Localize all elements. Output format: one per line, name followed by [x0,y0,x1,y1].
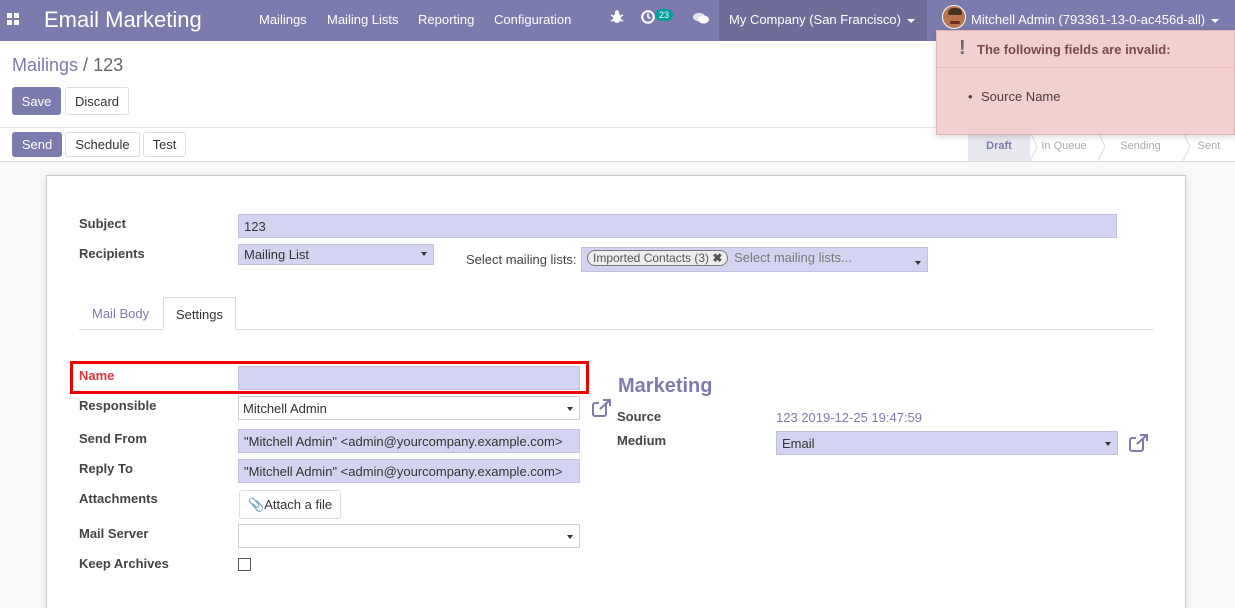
reply-to-label: Reply To [79,461,133,476]
breadcrumb-parent-link[interactable]: Mailings [12,55,78,75]
mailing-lists-input[interactable]: Imported Contacts (3) ✖ Select mailing l… [581,247,928,272]
chevron-down-icon [421,252,427,256]
form-tabs: Mail Body Settings [79,297,1154,330]
tab-settings[interactable]: Settings [163,297,236,330]
chevron-down-icon [567,407,573,411]
stage-draft[interactable]: Draft [968,132,1030,161]
send-from-label: Send From [79,431,147,446]
save-button[interactable]: Save [12,87,61,115]
chevron-down-icon [567,535,573,539]
attach-file-label: Attach a file [264,497,333,512]
messaging-chat-icon[interactable] [693,12,709,28]
recipients-value: Mailing List [244,247,310,262]
user-name: Mitchell Admin (793361-13-0-ac456d-all) [971,12,1206,27]
medium-value: Email [782,436,815,451]
mail-server-label: Mail Server [79,526,149,541]
invalid-field-item: Source Name [968,89,1061,104]
menu-mailings[interactable]: Mailings [259,12,307,27]
app-brand: Email Marketing [44,7,202,32]
breadcrumb: Mailings / 123 [12,55,123,76]
invalid-field-highlight [70,361,589,394]
subject-label: Subject [79,216,126,231]
chevron-down-icon [1105,442,1111,446]
responsible-label: Responsible [79,398,157,413]
source-label: Source [617,409,662,424]
medium-label: Medium [617,433,667,448]
activity-clock-icon[interactable] [641,10,655,27]
mailing-lists-placeholder: Select mailing lists... [734,250,852,265]
chevron-down-icon [1211,18,1220,23]
marketing-section-title: Marketing [618,375,713,397]
debug-bug-icon[interactable] [610,9,624,28]
apps-menu-icon[interactable] [7,13,19,25]
reply-to-input[interactable]: "Mitchell Admin" <admin@yourcompany.exam… [238,459,580,483]
paperclip-icon: 📎 [248,497,265,512]
chevron-down-icon [915,261,921,265]
stage-in-queue[interactable]: In Queue [1030,132,1098,161]
company-switcher[interactable]: My Company (San Francisco) [719,0,927,41]
notification-title: The following fields are invalid: [977,42,1171,57]
breadcrumb-separator: / [83,55,89,75]
menu-configuration[interactable]: Configuration [494,12,571,27]
send-from-input[interactable]: "Mitchell Admin" <admin@yourcompany.exam… [238,429,580,453]
company-name: My Company (San Francisco) [729,12,901,27]
source-value: 123 2019-12-25 19:47:59 [776,410,923,425]
invalid-fields-notification: ! The following fields are invalid: Sour… [936,30,1235,135]
chevron-down-icon [906,18,915,23]
discard-button[interactable]: Discard [65,87,129,115]
recipients-select[interactable]: Mailing List [238,244,434,265]
send-button[interactable]: Send [12,132,62,157]
list-tag-label: Imported Contacts (3) [593,251,710,265]
menu-reporting[interactable]: Reporting [418,12,474,27]
stage-sending[interactable]: Sending [1098,132,1183,161]
select-lists-label: Select mailing lists: [466,252,577,267]
keep-archives-label: Keep Archives [79,556,169,571]
schedule-button[interactable]: Schedule [65,132,140,157]
breadcrumb-current: 123 [93,55,124,75]
activity-count-badge: 23 [655,9,674,21]
medium-select[interactable]: Email [776,431,1118,455]
status-bar: Draft In Queue Sending Sent [968,132,1235,161]
attachments-label: Attachments [79,491,158,506]
remove-tag-icon[interactable]: ✖ [712,251,722,265]
external-link-icon[interactable] [1129,434,1149,454]
responsible-select[interactable]: Mitchell Admin [238,396,580,420]
attach-file-button[interactable]: 📎Attach a file [239,490,341,519]
keep-archives-checkbox[interactable] [238,558,251,571]
test-button[interactable]: Test [143,132,186,157]
exclamation-icon: ! [959,37,966,59]
external-link-icon[interactable] [592,399,612,419]
tab-mail-body[interactable]: Mail Body [80,297,161,330]
mail-server-select[interactable] [238,524,580,548]
stage-sent[interactable]: Sent [1183,132,1235,161]
menu-mailing-lists[interactable]: Mailing Lists [327,12,399,27]
avatar [942,5,966,29]
list-tag: Imported Contacts (3) ✖ [587,250,729,266]
responsible-value: Mitchell Admin [243,401,327,416]
recipients-label: Recipients [79,246,145,261]
subject-input[interactable]: 123 [238,214,1117,238]
